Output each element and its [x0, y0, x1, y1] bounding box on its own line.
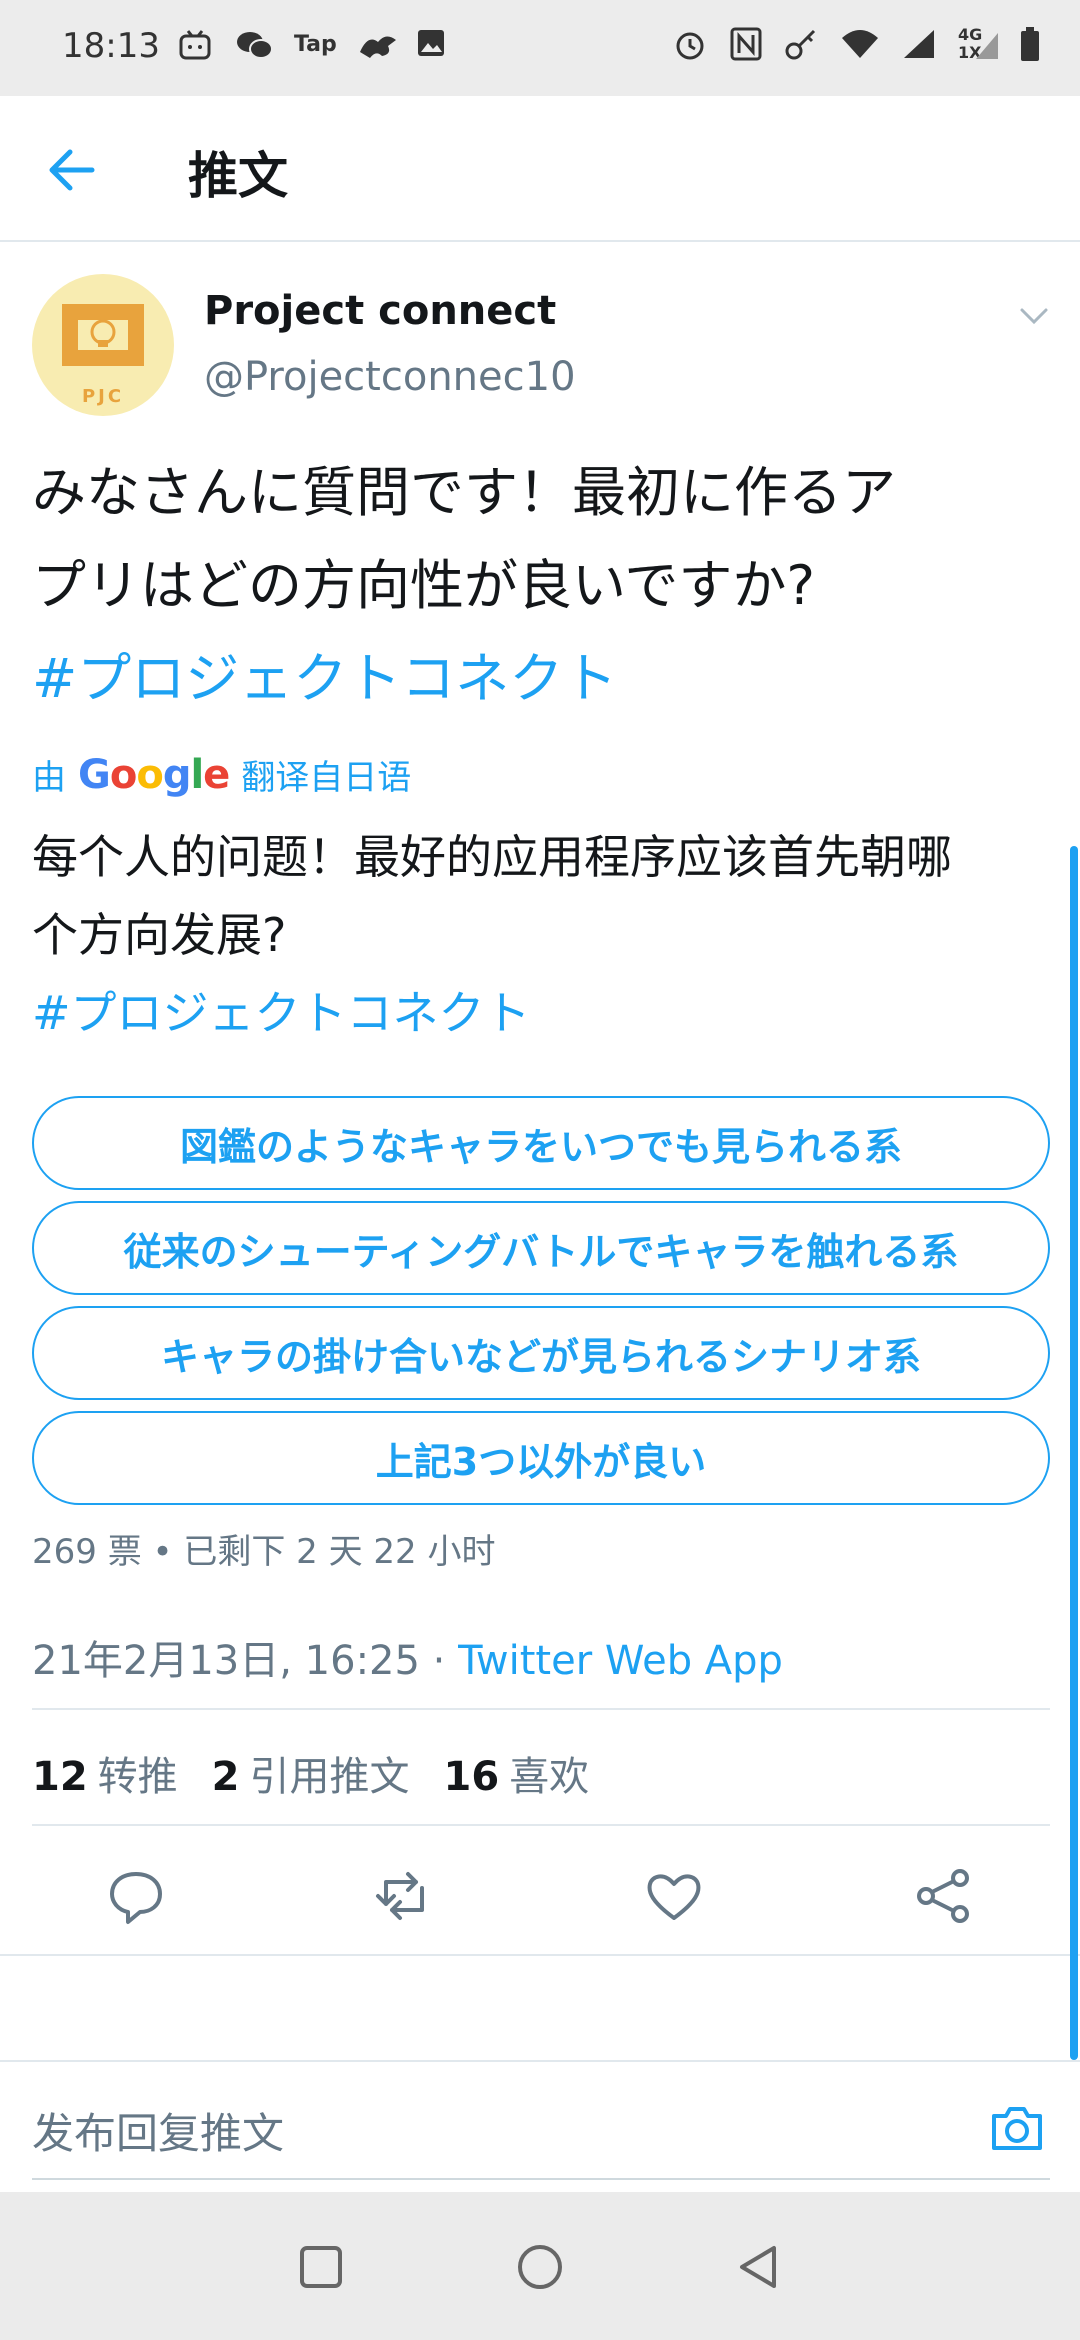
reply-input[interactable]: 发布回复推文	[32, 2100, 284, 2161]
poll-option[interactable]: キャラの掛け合いなどが見られるシナリオ系	[32, 1306, 1050, 1400]
battery-icon	[1020, 26, 1040, 66]
likes-label: 喜欢	[509, 1754, 590, 1800]
retweet-button[interactable]	[372, 1864, 436, 1928]
chevron-down-icon	[1020, 308, 1048, 325]
app-header: 推文	[0, 96, 1080, 242]
camera-button[interactable]	[988, 2098, 1046, 2156]
gallery-icon	[416, 28, 450, 62]
divider	[32, 1824, 1050, 1826]
avatar-text: PJC	[81, 386, 125, 407]
system-icons: 4G 1X	[672, 25, 1040, 66]
tweet-text-line: プリはどの方向性が良いですか?	[32, 554, 816, 617]
wechat-icon	[236, 28, 273, 62]
source-app-link[interactable]: Twitter Web App	[458, 1638, 783, 1684]
arrow-left-icon	[49, 149, 95, 191]
dragon-app-icon	[358, 28, 396, 62]
retweets-count: 12	[32, 1754, 88, 1800]
engagement-stats: 12 转推 2 引用推文 16 喜欢	[32, 1744, 589, 1802]
notification-icons: Tap	[178, 28, 450, 62]
poll-option[interactable]: 従来のシューティングバトルでキャラを触れる系	[32, 1201, 1050, 1295]
tweet-timestamp: 21年2月13日, 16:25 · Twitter Web App	[32, 1628, 783, 1686]
tweet-options-button[interactable]	[1014, 296, 1054, 336]
back-button[interactable]	[44, 142, 100, 198]
bilibili-icon	[178, 28, 212, 62]
tweet-actions	[0, 1840, 1080, 1954]
quotes-label: 引用推文	[249, 1754, 410, 1800]
back-nav-button[interactable]	[730, 2238, 788, 2296]
status-time: 18:13	[62, 26, 160, 66]
translated-text-line: 个方向发展?	[32, 908, 287, 962]
translate-suffix: 翻译自日语	[241, 758, 412, 798]
share-button[interactable]	[912, 1864, 976, 1928]
home-button[interactable]	[511, 2238, 569, 2296]
circle-icon	[518, 2245, 562, 2289]
reply-underline	[32, 2178, 1050, 2180]
navigation-bar	[0, 2192, 1080, 2340]
nfc-icon	[730, 27, 762, 65]
tweet-text: みなさんに質問です！最初に作るア プリはどの方向性が良いですか? #プロジェクト…	[32, 446, 1052, 725]
section-divider	[0, 1954, 1080, 1956]
quotes-stat[interactable]: 2 引用推文	[212, 1744, 410, 1802]
retweet-icon	[376, 1872, 424, 1920]
recents-button[interactable]	[292, 2238, 350, 2296]
like-button[interactable]	[642, 1864, 706, 1928]
poll-meta: 269 票 • 已剩下 2 天 22 小时	[32, 1532, 496, 1572]
taptap-icon: Tap	[294, 32, 337, 57]
avatar[interactable]: PJC	[32, 274, 174, 416]
quotes-count: 2	[211, 1754, 240, 1800]
signal-icon	[902, 28, 936, 64]
translation-attribution[interactable]: 由 Google 翻译自日语	[32, 750, 411, 799]
translated-text: 每个人的问题！最好的应用程序应该首先朝哪 个方向发展? #プロジェクトコネクト	[32, 818, 1052, 1052]
hashtag-link[interactable]: #プロジェクトコネクト	[32, 632, 1052, 725]
divider	[32, 1708, 1050, 1710]
timestamp-text: 21年2月13日, 16:25 ·	[32, 1638, 459, 1684]
translated-text-line: 每个人的问题！最好的应用程序应该首先朝哪	[32, 830, 952, 884]
tweet-text-line: みなさんに質問です！最初に作るア	[32, 461, 896, 524]
alarm-icon	[672, 26, 708, 66]
camera-icon	[992, 2107, 1042, 2150]
triangle-back-icon	[740, 2246, 776, 2288]
retweets-stat[interactable]: 12 转推	[32, 1744, 178, 1802]
square-icon	[300, 2246, 342, 2288]
page-title: 推文	[188, 147, 288, 205]
retweets-label: 转推	[97, 1754, 178, 1800]
poll-option[interactable]: 図鑑のようなキャラをいつでも見られる系	[32, 1096, 1050, 1190]
share-icon	[917, 1869, 969, 1923]
comment-icon	[110, 1872, 162, 1924]
likes-count: 16	[443, 1754, 500, 1800]
signal-4g-icon: 4G 1X	[958, 25, 998, 63]
author-name[interactable]: Project connect	[204, 288, 556, 334]
google-logo: Google	[78, 751, 230, 798]
poll-option[interactable]: 上記3つ以外が良い	[32, 1411, 1050, 1505]
translated-hashtag-link[interactable]: #プロジェクトコネクト	[32, 974, 1052, 1052]
likes-stat[interactable]: 16 喜欢	[444, 1744, 590, 1802]
status-bar: 18:13 Tap 4G 1X	[0, 0, 1080, 96]
wifi-icon	[840, 28, 880, 64]
heart-icon	[647, 1874, 701, 1920]
scrollbar[interactable]	[1070, 846, 1078, 2060]
poll: 図鑑のようなキャラをいつでも見られる系 従来のシューティングバトルでキャラを触れ…	[32, 1096, 1050, 1516]
reply-bar: 发布回复推文	[0, 2060, 1080, 2190]
reply-button[interactable]	[104, 1864, 168, 1928]
key-icon	[784, 27, 818, 65]
author-handle[interactable]: @Projectconnec10	[204, 354, 576, 400]
translate-prefix: 由	[32, 758, 66, 798]
